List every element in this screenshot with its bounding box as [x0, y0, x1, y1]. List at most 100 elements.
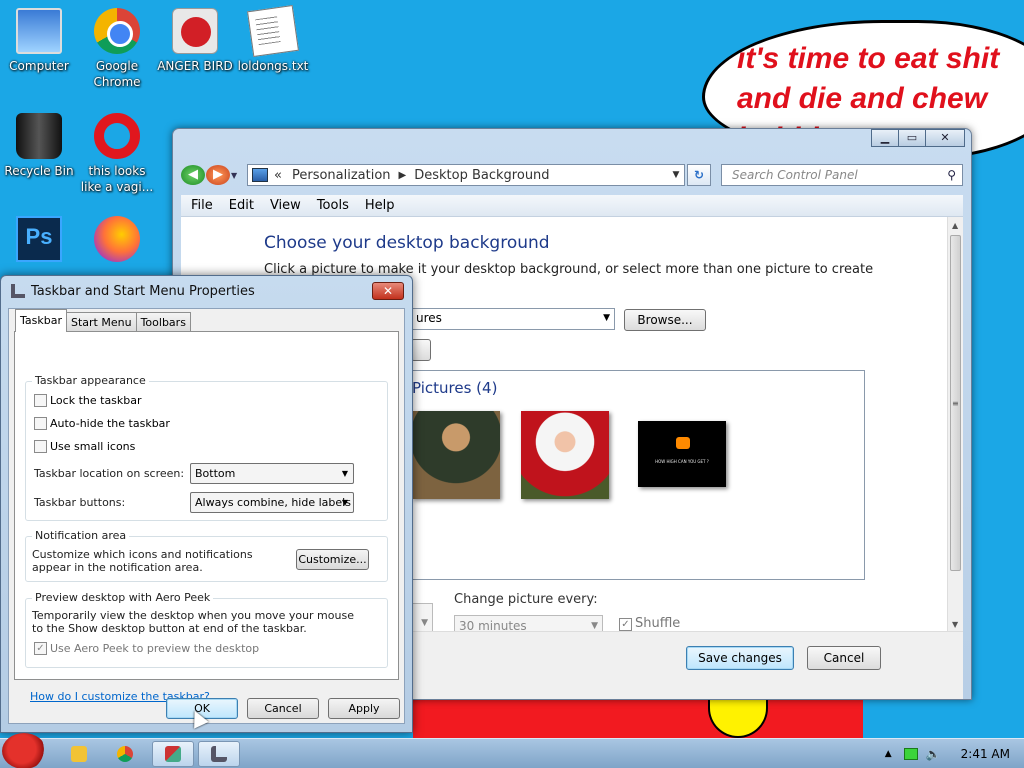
- picture-thumbnail-3[interactable]: HOW HIGH CAN YOU GET ?: [638, 421, 726, 487]
- chevron-down-icon: ▼: [341, 498, 348, 507]
- taskbar-buttons-select[interactable]: Always combine, hide labels ▼: [190, 492, 354, 513]
- taskbar-personalization-button[interactable]: [152, 741, 194, 767]
- checkbox-box[interactable]: [34, 440, 47, 453]
- customize-button[interactable]: Customize...: [296, 549, 369, 570]
- group-taskbar-appearance: Taskbar appearance Lock the taskbar Auto…: [25, 374, 388, 521]
- breadcrumb-separator-icon[interactable]: ▶: [399, 170, 407, 181]
- autohide-taskbar-checkbox[interactable]: Auto-hide the taskbar: [34, 417, 170, 430]
- breadcrumb-desktop-background[interactable]: Desktop Background: [414, 168, 549, 183]
- notification-description: Customize which icons and notifications …: [32, 548, 253, 574]
- search-box[interactable]: Search Control Panel ⚲: [721, 164, 963, 186]
- refresh-button[interactable]: ↻: [687, 164, 711, 186]
- text-file-icon: [247, 5, 299, 57]
- desktop-icon-label: ANGER BIRD: [157, 59, 233, 73]
- cancel-button[interactable]: Cancel: [807, 646, 881, 670]
- select-all-button[interactable]: [411, 339, 431, 361]
- forward-arrow-icon: ▶: [213, 167, 223, 182]
- desktop-icon-opera[interactable]: this looks like a vagi...: [79, 113, 155, 195]
- taskbar-properties-button[interactable]: [198, 741, 240, 767]
- volume-icon[interactable]: 🔈: [926, 747, 941, 761]
- picture-thumbnail-2[interactable]: [521, 411, 609, 499]
- address-bar[interactable]: « Personalization ▶ Desktop Background ▼: [247, 164, 685, 186]
- close-button[interactable]: ✕: [925, 129, 965, 147]
- breadcrumb-overflow[interactable]: «: [274, 168, 282, 183]
- shuffle-checkbox[interactable]: ✓: [619, 618, 632, 631]
- show-hidden-icons-icon[interactable]: ▲: [885, 749, 892, 759]
- taskbar-explorer-button[interactable]: [58, 741, 100, 767]
- menu-file[interactable]: File: [191, 198, 213, 213]
- menu-edit[interactable]: Edit: [229, 198, 254, 213]
- search-icon[interactable]: ⚲: [947, 168, 956, 182]
- taskbar: ▲ 🔈 2:41 AM: [0, 733, 1024, 768]
- vertical-scrollbar[interactable]: ▲ ≡ ▼: [947, 217, 963, 633]
- checkbox-label: Use Aero Peek to preview the desktop: [50, 642, 260, 655]
- personalization-icon: [165, 746, 181, 762]
- taskbar-properties-dialog[interactable]: Taskbar and Start Menu Properties ✕ Task…: [0, 275, 413, 733]
- back-button[interactable]: ◀: [181, 165, 205, 185]
- tab-toolbars[interactable]: Toolbars: [135, 312, 191, 332]
- browse-button[interactable]: Browse...: [624, 309, 706, 331]
- search-input[interactable]: Search Control Panel: [732, 168, 858, 182]
- scroll-up-icon[interactable]: ▲: [952, 221, 958, 230]
- taskbar-chrome-button[interactable]: [104, 741, 146, 767]
- window-controls: ▁ ▭ ✕: [871, 129, 965, 147]
- tab-start-menu[interactable]: Start Menu: [66, 312, 137, 332]
- checkbox-box[interactable]: [34, 417, 47, 430]
- taskbar-buttons-value: Always combine, hide labels: [195, 496, 351, 509]
- taskbar-icon: [11, 284, 25, 298]
- small-icons-checkbox[interactable]: Use small icons: [34, 440, 135, 453]
- folder-icon: [71, 746, 87, 762]
- tab-taskbar[interactable]: Taskbar: [15, 309, 67, 332]
- desktop-icon-recycle-bin[interactable]: Recycle Bin: [1, 113, 77, 179]
- chevron-down-icon: ▼: [421, 618, 428, 628]
- checkbox-box[interactable]: ✓: [34, 642, 47, 655]
- desktop-icon-label: this looks like a vagi...: [80, 164, 154, 194]
- desktop-icon-anger-bird[interactable]: ANGER BIRD: [157, 8, 233, 74]
- network-icon[interactable]: [903, 748, 918, 760]
- desktop-icon-loldongs[interactable]: loldongs.txt: [235, 5, 311, 74]
- group-notification-area: Notification area Customize which icons …: [25, 529, 388, 582]
- thumbnail-caption: HOW HIGH CAN YOU GET ?: [655, 459, 709, 464]
- bubble-line-1: it's time to eat shit: [737, 42, 1000, 75]
- picture-position-select[interactable]: ▼: [411, 603, 433, 633]
- clock[interactable]: 2:41 AM: [961, 747, 1010, 761]
- recycle-bin-icon: [16, 113, 62, 159]
- control-panel-icon: [252, 168, 268, 182]
- back-arrow-icon: ◀: [188, 167, 198, 182]
- desktop-icon-chrome[interactable]: Google Chrome: [79, 8, 155, 90]
- save-changes-button[interactable]: Save changes: [686, 646, 794, 670]
- close-button[interactable]: ✕: [372, 282, 404, 300]
- minimize-button[interactable]: ▁: [871, 129, 899, 147]
- lock-taskbar-checkbox[interactable]: Lock the taskbar: [34, 394, 142, 407]
- grip-icon: ≡: [952, 399, 959, 408]
- desktop-icon-firefox[interactable]: [79, 216, 155, 266]
- forward-button[interactable]: ▶: [206, 165, 230, 185]
- recent-pages-dropdown[interactable]: ▼: [231, 171, 243, 180]
- picture-location-select[interactable]: ures ▼: [411, 308, 615, 330]
- desktop-icon-label: Computer: [9, 59, 69, 73]
- address-dropdown-icon[interactable]: ▼: [668, 170, 684, 180]
- chrome-icon: [117, 746, 133, 762]
- menu-view[interactable]: View: [270, 198, 301, 213]
- desktop-icon-computer[interactable]: Computer: [1, 8, 77, 74]
- group-title: Preview desktop with Aero Peek: [32, 591, 214, 604]
- menu-help[interactable]: Help: [365, 198, 395, 213]
- start-button[interactable]: [2, 733, 46, 768]
- breadcrumb-personalization[interactable]: Personalization: [292, 168, 391, 183]
- cancel-button[interactable]: Cancel: [247, 698, 319, 719]
- scroll-down-icon[interactable]: ▼: [952, 620, 958, 629]
- taskbar-properties-icon: [211, 746, 227, 762]
- pictures-list[interactable]: Pictures (4) HOW HIGH CAN YOU GET ?: [411, 370, 865, 580]
- checkbox-box[interactable]: [34, 394, 47, 407]
- apply-button[interactable]: Apply: [328, 698, 400, 719]
- aero-peek-checkbox[interactable]: ✓ Use Aero Peek to preview the desktop: [34, 642, 259, 655]
- taskbar-location-select[interactable]: Bottom ▼: [190, 463, 354, 484]
- chrome-icon: [94, 8, 140, 54]
- desktop-icon-photoshop[interactable]: Ps: [1, 216, 77, 266]
- group-aero-peek: Preview desktop with Aero Peek Temporari…: [25, 591, 388, 668]
- maximize-button[interactable]: ▭: [898, 129, 926, 147]
- menu-tools[interactable]: Tools: [317, 198, 349, 213]
- angry-bird-icon: [172, 8, 218, 54]
- picture-thumbnail-1[interactable]: [412, 411, 500, 499]
- taskbar-location-label: Taskbar location on screen:: [34, 467, 185, 480]
